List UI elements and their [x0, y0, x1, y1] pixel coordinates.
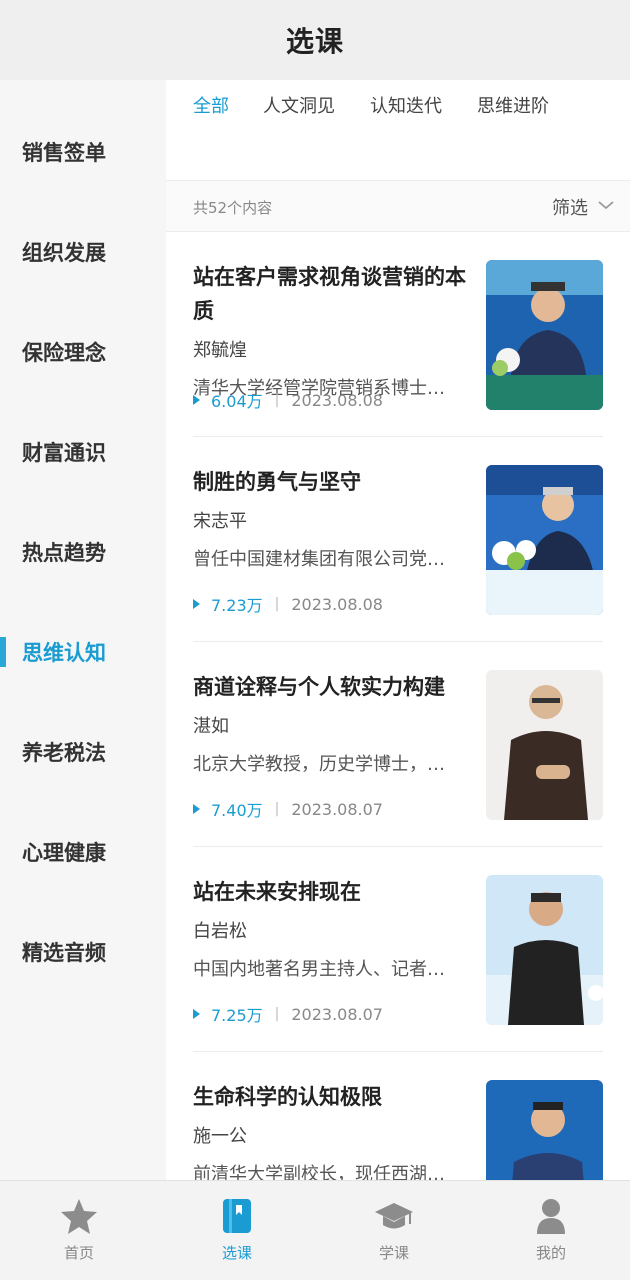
- sidebar-item-label: 养老税法: [22, 741, 106, 765]
- person-icon: [537, 1199, 565, 1234]
- sidebar-item-wealth[interactable]: 财富通识: [0, 422, 166, 482]
- tab-thinking[interactable]: 思维进阶: [477, 92, 549, 118]
- divider: |: [274, 392, 280, 408]
- sidebar-item-thinking[interactable]: 思维认知: [0, 622, 166, 682]
- sidebar-item-trends[interactable]: 热点趋势: [0, 522, 166, 582]
- course-card[interactable]: 生命科学的认知极限 施一公 前清华大学副校长，现任西湖…: [193, 1052, 603, 1180]
- category-sidebar: 销售签单 组织发展 保险理念 财富通识 热点趋势 思维认知 养老税法 心理健康 …: [0, 80, 166, 1180]
- sidebar-item-label: 热点趋势: [22, 541, 106, 565]
- view-count: 7.23万: [211, 596, 263, 615]
- course-title: 商道诠释与个人软实力构建: [193, 675, 445, 699]
- course-desc: 北京大学教授，历史学博士，…: [193, 754, 445, 775]
- tab-humanities[interactable]: 人文洞见: [263, 92, 335, 118]
- publish-date: 2023.08.08: [291, 594, 383, 614]
- content-count: 共52个内容: [193, 199, 273, 217]
- tab-mine[interactable]: 我的: [472, 1181, 630, 1280]
- divider: |: [274, 1006, 280, 1022]
- view-count: 6.04万: [211, 392, 263, 411]
- chevron-down-icon[interactable]: [596, 195, 616, 215]
- tab-label: 首页: [63, 1244, 94, 1262]
- course-desc: 中国内地著名男主持人、记者…: [193, 959, 445, 980]
- course-author: 白岩松: [193, 921, 247, 942]
- course-desc: 前清华大学副校长，现任西湖…: [193, 1164, 445, 1180]
- sidebar-item-pension-tax[interactable]: 养老税法: [0, 722, 166, 782]
- course-content: 全部 人文洞见 认知迭代 思维进阶 共52个内容 筛选 站在客户需求视角谈营销的…: [166, 80, 630, 1180]
- sidebar-item-label: 销售签单: [22, 141, 106, 165]
- tab-label: 学课: [378, 1244, 409, 1262]
- tab-all[interactable]: 全部: [193, 92, 229, 118]
- course-thumbnail: [486, 1080, 603, 1180]
- sidebar-item-label: 财富通识: [22, 441, 106, 465]
- publish-date: 2023.08.07: [291, 799, 383, 819]
- course-title: 生命科学的认知极限: [193, 1085, 382, 1109]
- sidebar-item-label: 思维认知: [22, 641, 106, 665]
- tab-course-select[interactable]: 选课: [158, 1181, 316, 1280]
- sidebar-item-insurance[interactable]: 保险理念: [0, 322, 166, 382]
- view-count: 7.40万: [211, 801, 263, 820]
- sidebar-item-label: 组织发展: [22, 241, 106, 265]
- tab-cognition[interactable]: 认知迭代: [370, 92, 442, 118]
- play-icon: [193, 395, 200, 405]
- graduation-cap-icon: [375, 1203, 413, 1229]
- sidebar-item-label: 保险理念: [22, 341, 106, 365]
- course-author: 湛如: [193, 716, 229, 737]
- course-desc: 曾任中国建材集团有限公司党…: [193, 549, 445, 570]
- sidebar-item-audio[interactable]: 精选音频: [0, 922, 166, 982]
- divider: |: [274, 596, 280, 612]
- publish-date: 2023.08.07: [291, 1004, 383, 1024]
- course-author: 宋志平: [193, 511, 247, 532]
- filter-button[interactable]: 筛选: [552, 194, 588, 220]
- course-thumbnail: [486, 875, 603, 1025]
- course-thumbnail: [486, 465, 603, 615]
- book-icon: [223, 1199, 251, 1233]
- course-thumbnail: [486, 670, 603, 820]
- sidebar-item-label: 心理健康: [22, 841, 106, 865]
- tab-home[interactable]: 首页: [0, 1181, 158, 1280]
- course-meta: 7.25万 | 2023.08.07: [193, 1002, 383, 1026]
- sidebar-item-label: 精选音频: [22, 941, 106, 965]
- course-author: 施一公: [193, 1126, 247, 1147]
- tab-learn[interactable]: 学课: [315, 1181, 473, 1280]
- course-author: 郑毓煌: [193, 340, 247, 361]
- sidebar-item-sales[interactable]: 销售签单: [0, 122, 166, 182]
- course-thumbnail: [486, 260, 603, 410]
- course-title: 站在未来安排现在: [193, 880, 361, 904]
- active-marker: [0, 637, 6, 667]
- course-title: 制胜的勇气与坚守: [193, 470, 361, 494]
- course-card[interactable]: 制胜的勇气与坚守 宋志平 曾任中国建材集团有限公司党… 7.23万 | 2023…: [193, 437, 603, 642]
- top-bar: 选课: [0, 0, 630, 80]
- course-meta: 7.40万 | 2023.08.07: [193, 797, 383, 821]
- play-icon: [193, 1009, 200, 1019]
- play-icon: [193, 804, 200, 814]
- publish-date: 2023.08.08: [291, 390, 383, 410]
- view-count: 7.25万: [211, 1006, 263, 1025]
- play-icon: [193, 599, 200, 609]
- course-card[interactable]: 商道诠释与个人软实力构建 湛如 北京大学教授，历史学博士，… 7.40万 | 2…: [193, 642, 603, 847]
- page-title: 选课: [285, 25, 344, 58]
- course-title: 站在客户需求视角谈营销的本质: [193, 265, 466, 323]
- filter-bar: 共52个内容 筛选: [166, 180, 630, 232]
- subcategory-tabs: 全部 人文洞见 认知迭代 思维进阶: [166, 80, 630, 180]
- tab-label: 我的: [535, 1244, 566, 1262]
- divider: |: [274, 801, 280, 817]
- sidebar-item-mental-health[interactable]: 心理健康: [0, 822, 166, 882]
- bottom-tab-bar: 首页 选课 学课 我的: [0, 1180, 630, 1280]
- course-card[interactable]: 站在客户需求视角谈营销的本质 郑毓煌 清华大学经管学院营销系博士… 6.04万 …: [193, 232, 603, 437]
- tab-label: 选课: [221, 1244, 252, 1262]
- course-meta: 6.04万 | 2023.08.08: [193, 388, 383, 412]
- course-meta: 7.23万 | 2023.08.08: [193, 592, 383, 616]
- sidebar-item-organization[interactable]: 组织发展: [0, 222, 166, 282]
- course-card[interactable]: 站在未来安排现在 白岩松 中国内地著名男主持人、记者… 7.25万 | 2023…: [193, 847, 603, 1052]
- star-icon: [61, 1199, 97, 1234]
